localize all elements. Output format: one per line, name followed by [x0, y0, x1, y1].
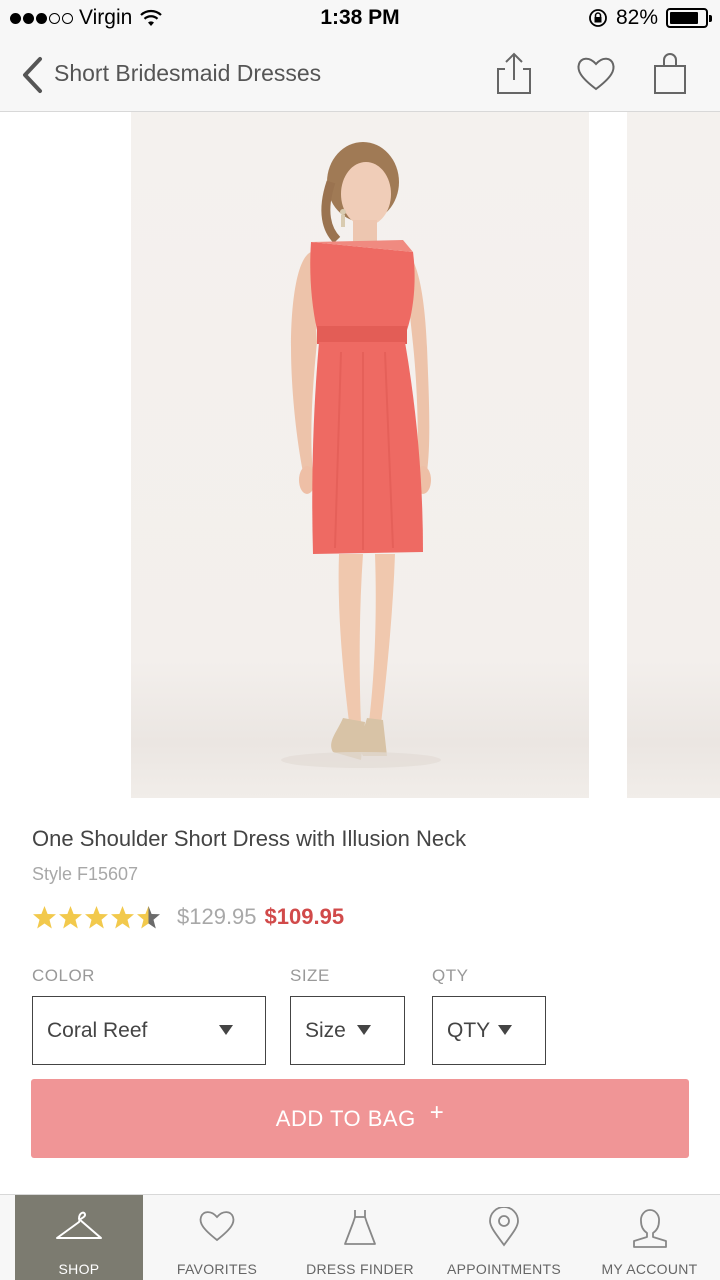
location-pin-icon — [489, 1207, 519, 1247]
chevron-down-icon — [219, 1025, 233, 1035]
battery-icon — [666, 8, 712, 28]
tab-dress-finder-label: DRESS FINDER — [306, 1261, 414, 1277]
tab-dress-finder[interactable]: DRESS FINDER — [291, 1195, 429, 1280]
shopping-bag-icon[interactable] — [648, 50, 692, 96]
star-icon — [111, 905, 134, 928]
heart-icon — [199, 1211, 235, 1242]
person-icon — [632, 1209, 667, 1248]
product-name: One Shoulder Short Dress with Illusion N… — [32, 826, 467, 851]
star-icon — [59, 905, 82, 928]
star-rating[interactable] — [32, 905, 161, 930]
star-icon — [33, 905, 56, 928]
next-product-photo[interactable] — [627, 112, 720, 798]
plus-icon: + — [429, 1098, 445, 1126]
back-chevron-icon[interactable] — [18, 56, 48, 94]
tab-shop[interactable]: SHOP — [15, 1195, 143, 1280]
size-label: SIZE — [290, 966, 330, 985]
star-icon — [137, 905, 160, 928]
tab-my-account-label: MY ACCOUNT — [601, 1261, 698, 1277]
hanger-icon — [56, 1211, 102, 1239]
sale-price: $109.95 — [264, 904, 345, 929]
add-to-bag-label: ADD TO BAG — [275, 1105, 416, 1131]
tab-appointments[interactable]: APPOINTMENTS — [429, 1195, 579, 1280]
star-icon — [85, 905, 108, 928]
orientation-lock-icon — [589, 9, 607, 27]
color-select[interactable]: Coral Reef — [32, 996, 266, 1065]
status-bar: Virgin 1:38 PM 82% — [0, 0, 720, 38]
color-label: COLOR — [32, 966, 95, 985]
qty-select[interactable]: QTY — [432, 996, 546, 1065]
tab-favorites[interactable]: FAVORITES — [143, 1195, 291, 1280]
tab-appointments-label: APPOINTMENTS — [446, 1261, 562, 1277]
add-to-bag-button[interactable]: ADD TO BAG + — [31, 1079, 689, 1158]
qty-label: QTY — [432, 966, 469, 985]
page-title[interactable]: Short Bridesmaid Dresses — [54, 60, 321, 87]
tab-bar: SHOP FAVORITES DRESS FINDER APPOINTMENTS… — [0, 1194, 720, 1280]
style-number: Style F15607 — [32, 864, 139, 884]
color-select-value: Coral Reef — [47, 1018, 148, 1042]
dress-icon — [344, 1210, 376, 1245]
chevron-down-icon — [357, 1025, 371, 1035]
tab-shop-label: SHOP — [58, 1261, 100, 1277]
size-select-value: Size — [305, 1018, 346, 1042]
original-price: $129.95 — [177, 904, 257, 929]
product-photo[interactable] — [131, 112, 589, 798]
product-image-carousel[interactable] — [0, 112, 720, 798]
rating-price-row: $129.95 $109.95 — [32, 904, 344, 930]
share-icon[interactable] — [492, 50, 536, 96]
qty-select-value: QTY — [447, 1018, 491, 1042]
battery-status: 82% — [588, 6, 712, 30]
heart-icon[interactable] — [574, 50, 618, 96]
tab-favorites-label: FAVORITES — [176, 1261, 258, 1277]
dress-model-illustration — [281, 142, 441, 768]
nav-header: Short Bridesmaid Dresses — [0, 38, 720, 112]
chevron-down-icon — [498, 1025, 512, 1035]
tab-my-account[interactable]: MY ACCOUNT — [579, 1195, 720, 1280]
battery-percent: 82% — [615, 6, 658, 29]
size-select[interactable]: Size — [290, 996, 405, 1065]
